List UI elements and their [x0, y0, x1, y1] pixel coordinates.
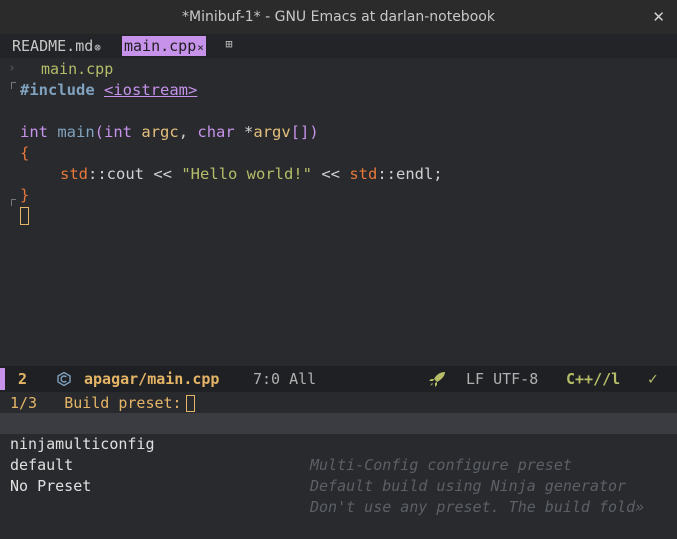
code-token: *	[244, 123, 254, 141]
cpp-icon	[57, 372, 71, 386]
code-token: int	[20, 123, 48, 141]
code-token: ::	[88, 165, 107, 183]
code-line-5: std::cout << "Hello world!" << std::endl…	[60, 164, 443, 185]
mode-line: 2 apagar/main.cpp 7:0 All LF UTF-8 C++//…	[0, 366, 677, 392]
modeline-project: apagar/	[84, 370, 148, 388]
code-token: argv	[253, 123, 291, 141]
code-token: ::	[377, 165, 396, 183]
include-header-link[interactable]: <iostream>	[104, 81, 197, 99]
chevron-right-icon: ›	[8, 61, 16, 76]
code-token: main	[57, 123, 95, 141]
code-token: (	[94, 123, 105, 141]
candidate-name: No Preset	[10, 477, 92, 495]
code-token: int	[104, 123, 133, 141]
include-directive: #include	[20, 81, 95, 99]
check-icon[interactable]: ✓	[648, 366, 658, 392]
modeline-position: 7:0 All	[253, 370, 317, 388]
fringe-marker	[11, 82, 16, 89]
candidate-item[interactable]: default Default build using Ninja genera…	[0, 434, 677, 495]
code-token: <<	[144, 165, 182, 183]
code-token: argc	[141, 123, 179, 141]
tab-close-icon[interactable]: ⊗	[94, 41, 101, 54]
code-token: {	[20, 144, 30, 162]
modeline-line-number: 2	[18, 370, 28, 388]
code-token: }	[20, 186, 30, 204]
candidate-item-selected[interactable]: ninjamulticonfig Multi-Config configure …	[0, 413, 677, 474]
candidate-description: Default build using Ninja generator	[310, 477, 627, 495]
prompt-label: Build preset:	[64, 394, 182, 412]
header-line: › main.cpp	[0, 58, 677, 80]
tab-label: README.md	[12, 37, 94, 55]
candidate-count: 1/3	[10, 394, 38, 412]
close-icon[interactable]: ✕	[652, 8, 665, 26]
code-line-6: }	[20, 185, 29, 206]
code-token: <<	[311, 165, 350, 183]
code-line-4: {	[20, 143, 29, 164]
code-token: std	[349, 165, 378, 183]
new-tab-icon[interactable]: ⊞	[223, 38, 235, 50]
code-token: std	[60, 165, 88, 183]
fringe-marker	[11, 199, 16, 206]
code-line-3: int main(int argc, char *argv[])	[20, 122, 319, 143]
modeline-buffer-path[interactable]: apagar/main.cpp	[84, 366, 219, 392]
code-token: []	[290, 123, 310, 141]
header-filename: main.cpp	[41, 60, 114, 78]
window-title: *Minibuf-1* - GNU Emacs at darlan-notebo…	[182, 9, 495, 25]
tab-close-icon[interactable]: ×	[197, 41, 204, 54]
modeline-accent-bar	[0, 368, 5, 390]
input-cursor[interactable]	[185, 395, 195, 412]
editor-area[interactable]: #include <iostream> int main(int argc, c…	[0, 80, 677, 366]
window-titlebar: *Minibuf-1* - GNU Emacs at darlan-notebo…	[0, 0, 677, 34]
minibuffer[interactable]: 1/3 Build preset: ninjamulticonfig Multi…	[0, 392, 677, 516]
code-token: endl;	[395, 165, 443, 183]
modeline-major-mode[interactable]: C++//l	[566, 366, 620, 392]
tab-main-cpp[interactable]: main.cpp×	[122, 36, 206, 56]
tab-bar: README.md⊗ main.cpp× ⊞	[0, 34, 677, 58]
code-line-1: #include <iostream>	[20, 80, 197, 101]
modeline-file: main.cpp	[147, 370, 220, 388]
tab-readme[interactable]: README.md⊗	[10, 36, 103, 56]
tab-label: main.cpp	[124, 37, 197, 55]
code-token: "Hello world!"	[181, 165, 312, 183]
candidate-item[interactable]: No Preset Don't use any preset. The buil…	[0, 455, 677, 516]
code-token: cout	[106, 165, 144, 183]
code-token: )	[309, 123, 319, 141]
minibuffer-prompt: 1/3 Build preset:	[10, 392, 195, 414]
candidate-description: Don't use any preset. The build fold»	[310, 498, 645, 516]
code-token: ,	[178, 123, 198, 141]
modeline-encoding[interactable]: LF UTF-8	[466, 366, 538, 392]
rocket-icon[interactable]	[428, 371, 446, 387]
text-cursor	[20, 207, 29, 225]
code-token: char	[197, 123, 235, 141]
